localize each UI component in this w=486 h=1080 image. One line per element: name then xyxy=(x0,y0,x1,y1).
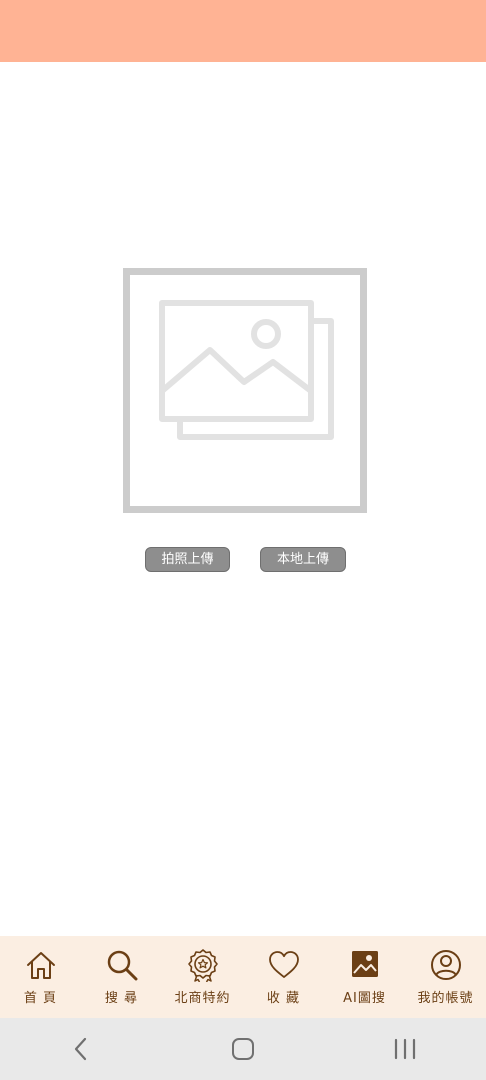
badge-star-icon xyxy=(187,949,218,982)
nav-label-ai-image-search: AI圖搜 xyxy=(343,991,386,1006)
nav-item-home[interactable]: 首 頁 xyxy=(3,948,79,1006)
system-back-button[interactable] xyxy=(51,1029,111,1069)
nav-item-ai-image-search[interactable]: AI圖搜 xyxy=(327,948,403,1006)
nav-label-favorites: 收 藏 xyxy=(266,991,301,1006)
nav-label-home: 首 頁 xyxy=(23,991,58,1006)
top-app-bar xyxy=(0,0,486,62)
nav-label-account: 我的帳號 xyxy=(417,991,474,1006)
image-search-icon xyxy=(351,951,378,977)
back-icon xyxy=(74,1037,87,1061)
system-navigation-bar xyxy=(0,1018,486,1080)
search-icon xyxy=(107,950,137,981)
camera-upload-button[interactable]: 拍照上傳 xyxy=(145,547,230,572)
system-home-button[interactable] xyxy=(213,1029,273,1069)
home-icon xyxy=(26,952,55,979)
nav-label-partner: 北商特約 xyxy=(174,991,231,1006)
heart-icon xyxy=(268,951,299,978)
recents-icon xyxy=(394,1038,416,1060)
image-preview-placeholder[interactable] xyxy=(123,268,367,513)
nav-item-search[interactable]: 搜 尋 xyxy=(84,948,160,1006)
nav-item-partner[interactable]: 北商特約 xyxy=(165,948,241,1006)
home-button-icon xyxy=(232,1038,254,1060)
main-content: 拍照上傳 本地上傳 xyxy=(0,62,486,936)
image-placeholder-icon xyxy=(159,300,334,440)
system-recents-button[interactable] xyxy=(375,1029,435,1069)
nav-item-favorites[interactable]: 收 藏 xyxy=(246,948,322,1006)
local-upload-button[interactable]: 本地上傳 xyxy=(260,547,346,572)
nav-item-account[interactable]: 我的帳號 xyxy=(408,948,484,1006)
nav-label-search: 搜 尋 xyxy=(104,991,139,1006)
bottom-navigation: 首 頁 搜 尋 北商特約 收 藏 AI圖搜 我的帳號 xyxy=(0,936,486,1018)
account-icon xyxy=(430,950,461,980)
